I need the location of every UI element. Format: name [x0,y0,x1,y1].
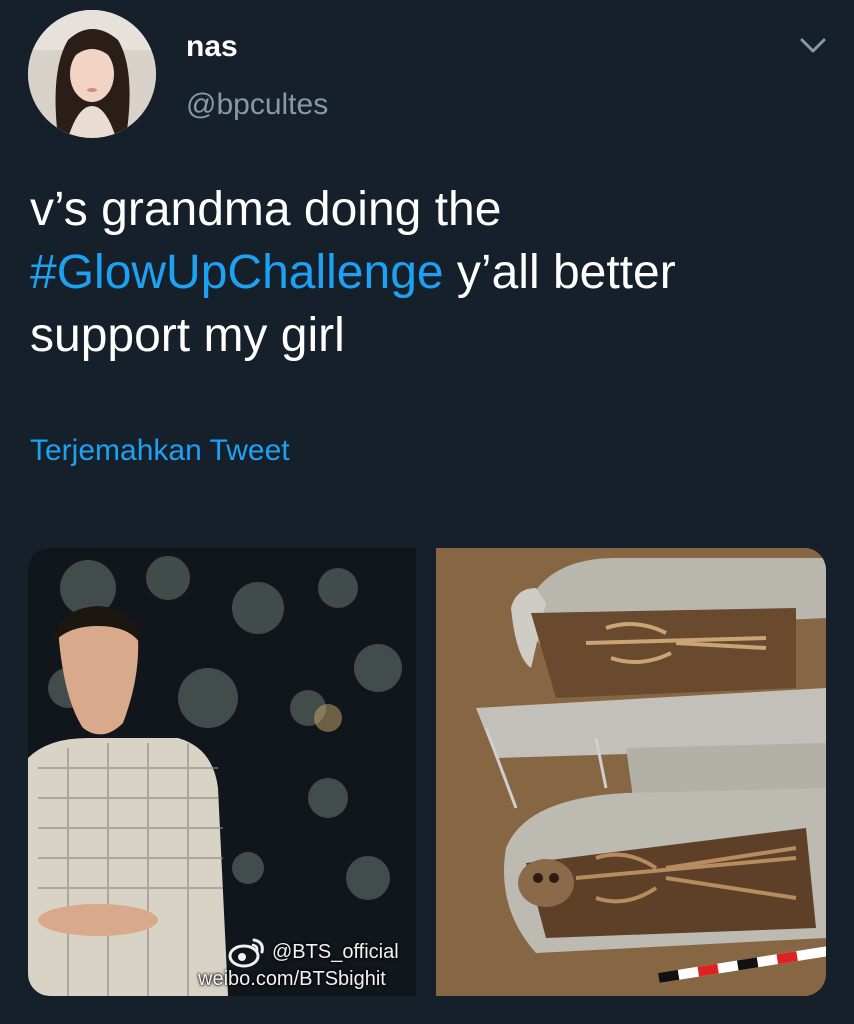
weibo-watermark: @BTS_official weibo.com/BTSbighit [198,936,399,990]
chevron-down-icon[interactable] [796,30,830,60]
hashtag-link[interactable]: #GlowUpChallenge [30,246,444,299]
watermark-url: weibo.com/BTSbighit [198,968,386,990]
tweet-text-line: v’s grandma doing the [30,183,502,236]
weibo-icon [228,938,264,968]
display-name[interactable]: nas [186,30,238,64]
tweet-text: v’s grandma doing the #GlowUpChallenge y… [30,178,830,367]
tweet-text-line: support my girl [30,309,345,362]
media-image-skeleton[interactable] [436,548,826,996]
tweet-text-line: #GlowUpChallenge y’all better [30,241,830,304]
tweet-media: @BTS_official weibo.com/BTSbighit [28,548,826,996]
tweet-text-fragment: y’all better [443,246,676,299]
avatar[interactable] [28,10,156,138]
user-handle[interactable]: @bpcultes [186,88,328,122]
translate-tweet-link[interactable]: Terjemahkan Tweet [30,434,290,468]
watermark-handle: @BTS_official [272,941,399,963]
media-image-grandma[interactable]: @BTS_official weibo.com/BTSbighit [28,548,416,996]
